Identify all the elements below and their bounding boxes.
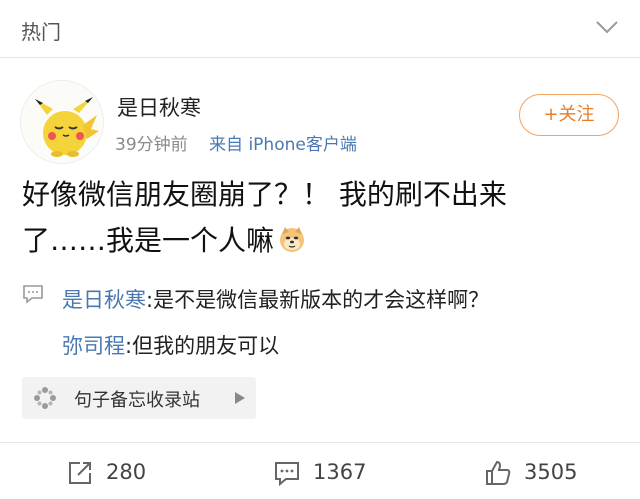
post-source[interactable]: 来自 iPhone客户端 (209, 135, 357, 155)
thumbs-up-icon (486, 460, 511, 485)
action-bar: 280 1367 3505 (0, 442, 640, 499)
follow-button[interactable]: +关注 (519, 94, 619, 136)
pinwheel-icon (34, 387, 56, 409)
post-time: 39分钟前 (115, 135, 188, 155)
super-topic-label: 句子备忘收录站 (74, 390, 200, 411)
post-author-name[interactable]: 是日秋寒 (117, 92, 201, 122)
post-text-line: 好像微信朋友圈崩了？！ 我的刷不出来 (22, 178, 507, 211)
pikachu-avatar-image (21, 81, 103, 163)
section-header: 热门 (0, 0, 640, 58)
avatar[interactable] (20, 80, 104, 164)
comment-text: :是不是微信最新版本的才会这样啊？ (146, 288, 490, 312)
weibo-feed-card: 热门 是日秋寒 39分钟前 来自 iPhone客户端 +关注 好像微信朋友圈崩了… (0, 0, 640, 499)
chevron-down-icon[interactable] (594, 14, 620, 40)
comment-text: :但我的朋友可以 (125, 334, 280, 358)
play-arrow-icon (235, 392, 245, 404)
post-text-fragment: 了……我是一个人嘛 (22, 224, 275, 257)
post-body: 好像微信朋友圈崩了？！ 我的刷不出来 了……我是一个人嘛 (22, 172, 622, 264)
post-text-line: 了……我是一个人嘛 (22, 218, 622, 264)
repost-icon (69, 462, 91, 484)
comment-icon (275, 462, 299, 487)
comment-author[interactable]: 是日秋寒 (62, 288, 146, 312)
comment-bubble-icon (23, 285, 43, 304)
comment-author[interactable]: 弥司程 (62, 334, 125, 358)
comment-count: 1367 (313, 460, 367, 484)
comment-item[interactable]: 是日秋寒:是不是微信最新版本的才会这样啊？ (62, 284, 489, 314)
repost-count: 280 (106, 460, 147, 484)
post-meta: 39分钟前 来自 iPhone客户端 (115, 130, 357, 155)
comment-item[interactable]: 弥司程:但我的朋友可以 (62, 330, 279, 360)
doge-emoji-icon (280, 227, 305, 252)
super-topic-tag[interactable]: 句子备忘收录站 (22, 377, 256, 419)
like-count: 3505 (524, 460, 578, 484)
section-title: 热门 (21, 20, 61, 44)
